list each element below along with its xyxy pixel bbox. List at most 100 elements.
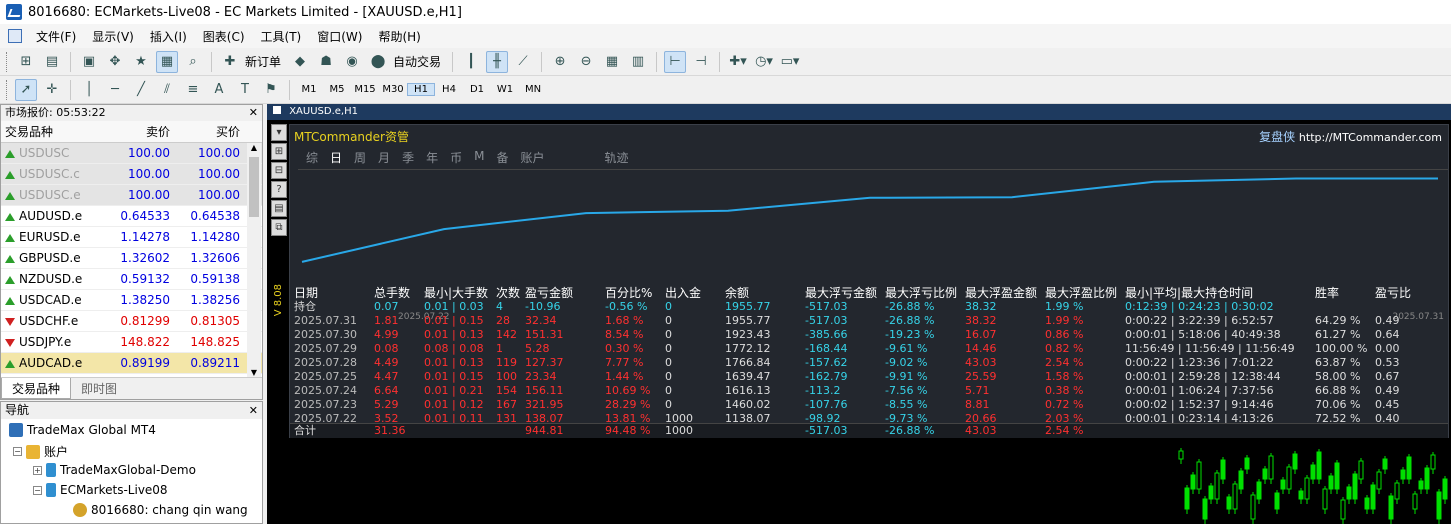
menu-tools[interactable]: 工具(T) <box>253 28 310 45</box>
menu-window[interactable]: 窗口(W) <box>309 28 370 45</box>
arrows-icon[interactable]: ⚑ <box>260 79 282 101</box>
quote-row[interactable]: GBPUSD.e 1.32602 1.32606 <box>1 248 262 269</box>
help-icon[interactable]: ? <box>271 181 287 198</box>
header-ask[interactable]: 买价 <box>178 121 248 143</box>
header-bid[interactable]: 卖价 <box>106 121 178 143</box>
nav-tree-accounts[interactable]: − 账户 <box>13 443 68 460</box>
hold-icon[interactable]: ⊟ <box>271 162 287 179</box>
cursor-icon[interactable]: ➚ <box>15 78 37 101</box>
candlestick-icon[interactable]: ╫ <box>486 50 509 73</box>
tab-quarter[interactable]: 季 <box>402 149 414 166</box>
terminal-icon[interactable]: ▦ <box>156 50 178 73</box>
market-watch-icon[interactable]: ▣ <box>78 51 100 73</box>
tf-m5[interactable]: M5 <box>323 84 351 95</box>
tf-m30[interactable]: M30 <box>379 84 407 95</box>
market-watch-scrollbar[interactable]: ▲ ▼ <box>247 143 261 377</box>
tf-h1[interactable]: H1 <box>407 83 435 96</box>
metaeditor-icon[interactable]: ◆ <box>289 51 311 73</box>
close-icon[interactable]: ✕ <box>249 404 258 417</box>
tab-summary[interactable]: 综 <box>306 149 318 166</box>
auto-scroll-icon[interactable]: ⊢ <box>664 50 687 73</box>
menu-insert[interactable]: 插入(I) <box>142 28 195 45</box>
tf-w1[interactable]: W1 <box>491 84 519 95</box>
chart-window[interactable]: XAUUSD.e,H1 ▾ ⊞ ⊟ ? ▤ ⧉ V 8.08 MTCommand… <box>267 104 1451 524</box>
quote-row[interactable]: USDCHF.e 0.81299 0.81305 <box>1 311 262 332</box>
collapse-icon[interactable]: − <box>33 485 42 495</box>
broadcast-icon[interactable]: ◉ <box>341 51 363 73</box>
auto-trade-icon[interactable]: ⬤ <box>367 51 389 73</box>
header-symbol[interactable]: 交易品种 <box>1 121 106 143</box>
stats-cell: 14.46 <box>965 342 997 355</box>
quote-row[interactable]: USDCAD.e 1.38250 1.38256 <box>1 290 262 311</box>
chart-shift-end-icon[interactable]: ⊣ <box>690 51 712 73</box>
indicators-icon[interactable]: ✚▾ <box>727 51 749 73</box>
tab-account[interactable]: 账户 <box>520 149 544 166</box>
report-icon[interactable]: ▤ <box>271 200 287 217</box>
new-chart-icon[interactable]: ⊞ <box>15 51 37 73</box>
tab-track[interactable]: 轨迹 <box>605 149 629 166</box>
tab-week[interactable]: 周 <box>354 149 366 166</box>
quote-row[interactable]: AUDCAD.e 0.89199 0.89211 <box>1 353 262 374</box>
fibonacci-icon[interactable]: ≡ <box>182 79 204 101</box>
collapse-icon[interactable]: − <box>13 447 22 456</box>
channel-icon[interactable]: ⫽ <box>156 79 178 101</box>
nav-tree-demo-server[interactable]: + TradeMaxGlobal-Demo <box>33 463 196 477</box>
signals-icon[interactable]: ☗ <box>315 51 337 73</box>
menu-file[interactable]: 文件(F) <box>28 28 84 45</box>
crosshair-icon[interactable]: ✛ <box>41 79 63 101</box>
strategy-tester-icon[interactable]: ⌕ <box>182 51 204 73</box>
quote-row[interactable]: EURUSD.e 1.14278 1.14280 <box>1 227 262 248</box>
zoom-out-icon[interactable]: ⊖ <box>575 51 597 73</box>
tab-note[interactable]: 备 <box>496 149 508 166</box>
tf-m1[interactable]: M1 <box>295 84 323 95</box>
tab-tick-chart[interactable]: 即时图 <box>71 378 127 399</box>
tab-year[interactable]: 年 <box>426 149 438 166</box>
quote-row[interactable]: NZDUSD.e 0.59132 0.59138 <box>1 269 262 290</box>
tab-currency[interactable]: 币 <box>450 149 462 166</box>
nav-tree-live-server[interactable]: − ECMarkets-Live08 <box>33 483 168 497</box>
crosshair-data-icon[interactable]: ✥ <box>104 51 126 73</box>
periods-icon[interactable]: ◷▾ <box>753 51 775 73</box>
tf-m15[interactable]: M15 <box>351 84 379 95</box>
tf-mn[interactable]: MN <box>519 84 547 95</box>
favorites-icon[interactable]: ★ <box>130 51 152 73</box>
copy-icon[interactable]: ⧉ <box>271 219 287 236</box>
stats-cell: -517.03 <box>805 424 848 437</box>
auto-trade-button[interactable]: 自动交易 <box>393 53 441 70</box>
trendline-icon[interactable]: ╱ <box>130 79 152 101</box>
tab-magic[interactable]: M <box>474 149 484 166</box>
expand-icon[interactable]: + <box>33 465 42 475</box>
nav-tree-account[interactable]: 8016680: chang qin wang <box>73 503 248 517</box>
menu-help[interactable]: 帮助(H) <box>370 28 428 45</box>
quote-row[interactable]: USDUSC.e 100.00 100.00 <box>1 185 262 206</box>
quote-row[interactable]: USDUSC.c 100.00 100.00 <box>1 164 262 185</box>
menu-chart[interactable]: 图表(C) <box>195 28 253 45</box>
quote-row[interactable]: USDUSC 100.00 100.00 <box>1 143 262 164</box>
profiles-icon[interactable]: ▤ <box>41 51 63 73</box>
grid-icon[interactable]: ⊞ <box>271 143 287 160</box>
tile-windows-icon[interactable]: ▦ <box>601 51 623 73</box>
line-chart-icon[interactable]: ⟋ <box>512 51 534 73</box>
zoom-in-icon[interactable]: ⊕ <box>549 51 571 73</box>
chart-shift-icon[interactable]: ▥ <box>627 51 649 73</box>
new-order-icon[interactable]: ✚ <box>219 51 241 73</box>
quote-row[interactable]: AUDUSD.e 0.64533 0.64538 <box>1 206 262 227</box>
brand-url[interactable]: http://MTCommander.com <box>1299 131 1442 144</box>
quote-row[interactable]: USDJPY.e 148.822 148.825 <box>1 332 262 353</box>
close-icon[interactable]: ✕ <box>249 106 258 119</box>
tab-day[interactable]: 日 <box>330 149 342 166</box>
tf-h4[interactable]: H4 <box>435 84 463 95</box>
text-label-icon[interactable]: T <box>234 79 256 101</box>
new-order-button[interactable]: 新订单 <box>245 53 281 70</box>
text-icon[interactable]: A <box>208 79 230 101</box>
horizontal-line-icon[interactable]: ─ <box>104 79 126 101</box>
vertical-line-icon[interactable]: │ <box>78 79 100 101</box>
bar-chart-icon[interactable]: ┃ <box>460 51 482 73</box>
tf-d1[interactable]: D1 <box>463 84 491 95</box>
menu-view[interactable]: 显示(V) <box>84 28 142 45</box>
templates-icon[interactable]: ▭▾ <box>779 51 801 73</box>
collapse-icon[interactable]: ▾ <box>271 124 287 141</box>
tab-month[interactable]: 月 <box>378 149 390 166</box>
tab-symbols[interactable]: 交易品种 <box>1 378 72 399</box>
nav-tree-root[interactable]: TradeMax Global MT4 <box>9 423 156 437</box>
